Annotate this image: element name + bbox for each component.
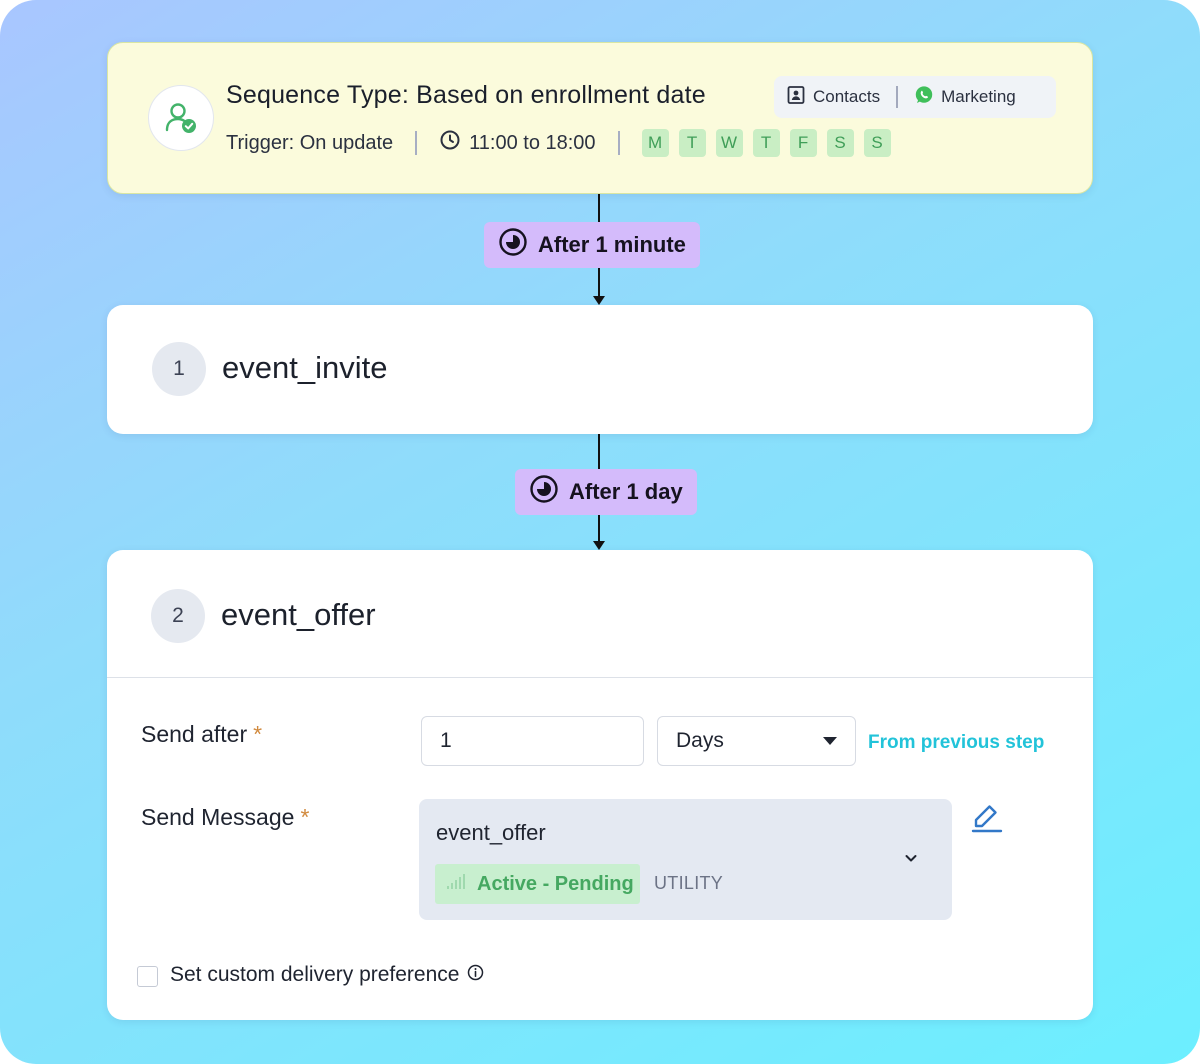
trigger-text: Trigger: On update (226, 131, 394, 154)
user-check-icon (148, 85, 214, 151)
required-marker: * (253, 721, 263, 747)
send-message-label-text: Send Message (141, 804, 295, 830)
sequence-meta-row: Trigger: On update 11:00 to 18:00 M T W … (226, 129, 891, 157)
contact-card-icon (786, 85, 806, 110)
send-after-label: Send after * (141, 721, 262, 748)
time-unit-select[interactable]: Days (657, 716, 856, 766)
arrow-down-icon (593, 541, 605, 550)
delay-label: After 1 day (569, 479, 683, 504)
sequence-canvas: Sequence Type: Based on enrollment date … (0, 0, 1200, 1064)
arrow-down-icon (593, 296, 605, 305)
whatsapp-icon (914, 85, 934, 110)
signal-bars-icon (445, 871, 467, 897)
sequence-info-card: Sequence Type: Based on enrollment date … (107, 42, 1093, 194)
custom-delivery-label: Set custom delivery preference (170, 963, 460, 986)
edit-pencil-icon[interactable] (970, 800, 1004, 839)
time-unit-value: Days (676, 729, 724, 752)
delay-chip-2[interactable]: After 1 day (515, 469, 697, 515)
day-chip: S (863, 129, 891, 157)
template-category: UTILITY (654, 873, 724, 893)
audience-label: Contacts (813, 87, 881, 106)
connector-line (598, 194, 600, 222)
from-previous-step-text: From previous step (868, 732, 1045, 753)
step-card-2: 2 event_offer Send after * 1 Days From pr… (107, 550, 1093, 1020)
day-chip: W (715, 129, 743, 157)
day-chip: T (752, 129, 780, 157)
day-chip: M (641, 129, 669, 157)
custom-delivery-checkbox[interactable] (137, 966, 158, 987)
channel-tag: Marketing (914, 85, 1016, 110)
sequence-type-title: Sequence Type: Based on enrollment date (226, 81, 706, 109)
delay-chip-1[interactable]: After 1 minute (484, 222, 700, 268)
pill-divider (896, 86, 899, 108)
required-marker: * (300, 804, 310, 830)
step-number-badge: 2 (151, 589, 205, 643)
timer-icon (498, 227, 528, 263)
custom-delivery-option: Set custom delivery preference (170, 963, 484, 987)
day-chip: F (789, 129, 817, 157)
chevron-down-icon[interactable] (904, 851, 918, 870)
time-window-text: 11:00 to 18:00 (469, 131, 596, 154)
channel-label: Marketing (941, 87, 1016, 106)
send-after-input[interactable]: 1 (421, 716, 644, 766)
info-icon[interactable] (467, 963, 484, 987)
caret-down-icon (823, 737, 837, 745)
send-after-label-text: Send after (141, 721, 248, 747)
day-chip: T (678, 129, 706, 157)
step-card-1[interactable]: 1 event_invite (107, 305, 1093, 434)
template-status-badge: Active - Pending (435, 864, 640, 904)
template-status-text: Active - Pending (477, 872, 634, 895)
step-number-badge: 1 (152, 342, 206, 396)
time-window: 11:00 to 18:00 (439, 129, 596, 157)
audience-tag: Contacts (786, 85, 880, 110)
step-name: event_offer (221, 597, 376, 632)
audience-channel-pill: Contacts Marketing (774, 76, 1056, 118)
day-chip: S (826, 129, 854, 157)
template-select[interactable]: event_offer Active - Pending UTILITY (419, 799, 952, 920)
connector-line (598, 268, 600, 296)
delay-label: After 1 minute (538, 232, 686, 257)
timer-icon (529, 474, 559, 510)
meta-divider (415, 131, 418, 155)
step-name: event_invite (222, 350, 388, 385)
send-message-label: Send Message * (141, 804, 309, 831)
template-name: event_offer (436, 820, 546, 845)
clock-icon (439, 129, 461, 157)
active-days: M T W T F S S (641, 129, 891, 157)
meta-divider (617, 131, 620, 155)
connector-line (598, 434, 600, 469)
connector-line (598, 515, 600, 542)
step-divider (107, 677, 1093, 678)
